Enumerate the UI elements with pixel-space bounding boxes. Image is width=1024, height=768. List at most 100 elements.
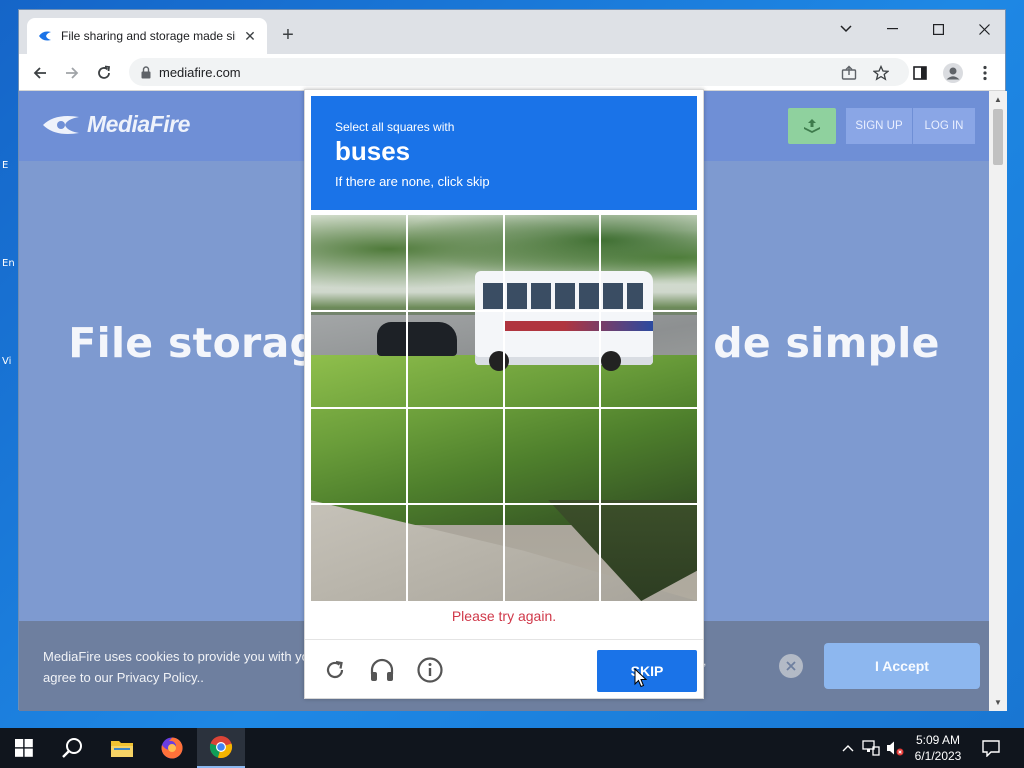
minimize-button[interactable] [869,14,915,44]
captcha-tile[interactable] [408,312,505,409]
taskbar-firefox[interactable] [148,728,196,768]
info-button[interactable] [416,656,444,684]
volume-muted-icon[interactable] [885,738,905,758]
captcha-tile[interactable] [311,215,408,312]
taskbar-file-explorer[interactable] [98,728,146,768]
reload-challenge-button[interactable] [321,656,349,684]
captcha-instruction: Select all squares with [335,120,455,134]
arrow-left-icon [33,67,46,79]
captcha-tile[interactable] [601,215,698,312]
clock-time: 5:09 AM [915,733,961,747]
close-window-button[interactable] [961,14,1007,44]
captcha-tile[interactable] [311,408,408,505]
captcha-tile[interactable] [504,215,601,312]
captcha-subtext: If there are none, click skip [335,174,490,189]
captcha-tile[interactable] [311,312,408,409]
captcha-tile[interactable] [504,408,601,505]
captcha-image-grid [311,215,697,601]
site-logo[interactable]: MediaFire [41,111,190,138]
page-scrollbar[interactable]: ▲ ▼ [989,91,1007,711]
desktop-icon-label[interactable]: E [2,160,8,171]
mediafire-flame-icon [43,115,79,134]
scroll-down-arrow-icon[interactable]: ▼ [993,697,1003,707]
desktop-icon-label[interactable]: En [2,258,15,269]
taskbar: 5:09 AM 6/1/2023 [0,728,1024,768]
network-icon[interactable] [861,738,881,758]
lock-icon[interactable] [141,65,151,79]
side-panel-icon [913,66,927,80]
kebab-menu-icon [983,65,987,81]
arrow-right-icon [66,67,79,79]
scrollbar-thumb[interactable] [993,109,1003,165]
close-cookie-button[interactable] [779,654,803,678]
chevron-down-icon [840,25,852,33]
sign-up-button[interactable]: SIGN UP [846,108,912,144]
audio-challenge-button[interactable] [368,656,396,684]
captcha-prompt: Select all squares with buses If there a… [311,96,697,210]
back-button[interactable] [27,60,53,86]
mediafire-favicon-icon [37,28,53,44]
profile-icon [943,63,963,83]
tab-title: File sharing and storage made simple [61,29,236,43]
refresh-icon [326,660,344,679]
new-tab-button[interactable]: + [277,24,299,46]
tab-strip: File sharing and storage made simple ✕ + [19,10,1005,54]
close-icon [786,661,796,671]
captcha-tile[interactable] [504,312,601,409]
share-button[interactable] [836,60,862,86]
captcha-target-word: buses [335,136,411,166]
hero-title-right: de simple [713,319,940,367]
accept-cookies-button[interactable]: I Accept [824,643,980,689]
notification-center-icon[interactable] [981,738,1001,758]
star-icon [873,65,889,81]
file-explorer-icon [111,741,133,757]
info-icon [417,657,443,683]
captcha-tile[interactable] [311,505,408,602]
side-panel-button[interactable] [907,60,933,86]
search-icon [62,738,82,758]
log-in-button[interactable]: LOG IN [913,108,975,144]
maximize-button[interactable] [915,14,961,44]
bookmark-button[interactable] [868,60,894,86]
hero-title-left: File storag [68,319,320,367]
tab-search-button[interactable] [823,14,869,44]
url-text[interactable]: mediafire.com [159,65,241,80]
captcha-challenge: Select all squares with buses If there a… [304,89,704,699]
desktop-icon-label[interactable]: Vi [2,356,11,367]
browser-tab[interactable]: File sharing and storage made simple ✕ [27,18,267,54]
scroll-up-arrow-icon[interactable]: ▲ [993,94,1003,104]
minimize-icon [886,28,898,30]
start-button[interactable] [0,728,48,768]
address-bar[interactable]: mediafire.com [129,58,909,86]
mouse-pointer-icon [634,668,648,688]
browser-toolbar: mediafire.com [19,54,1005,91]
captcha-tile[interactable] [601,408,698,505]
taskbar-search-button[interactable] [48,728,96,768]
close-icon [978,23,990,35]
clock-date: 6/1/2023 [914,749,962,763]
chrome-menu-button[interactable] [972,60,998,86]
reload-icon [98,65,111,79]
site-logo-text: MediaFire [87,111,190,137]
maximize-icon [932,23,944,35]
taskbar-chrome[interactable] [197,728,245,768]
captcha-tile[interactable] [408,505,505,602]
upload-button[interactable] [788,108,836,144]
captcha-tile[interactable] [601,505,698,602]
captcha-tile[interactable] [408,215,505,312]
system-clock[interactable]: 5:09 AM 6/1/2023 [908,732,968,764]
firefox-icon [161,737,183,759]
reload-button[interactable] [91,60,117,86]
captcha-tile[interactable] [504,505,601,602]
chrome-icon [209,736,233,759]
forward-button[interactable] [59,60,85,86]
headphones-icon [370,658,394,681]
cookie-text: MediaFire uses cookies to provide you wi… [43,649,317,685]
close-tab-icon[interactable]: ✕ [241,27,259,45]
captcha-tile[interactable] [408,408,505,505]
captcha-error-message: Please try again. [451,608,557,624]
profile-button[interactable] [940,60,966,86]
captcha-tile[interactable] [601,312,698,409]
show-hidden-icons-icon[interactable] [838,738,858,758]
share-icon [841,65,857,80]
